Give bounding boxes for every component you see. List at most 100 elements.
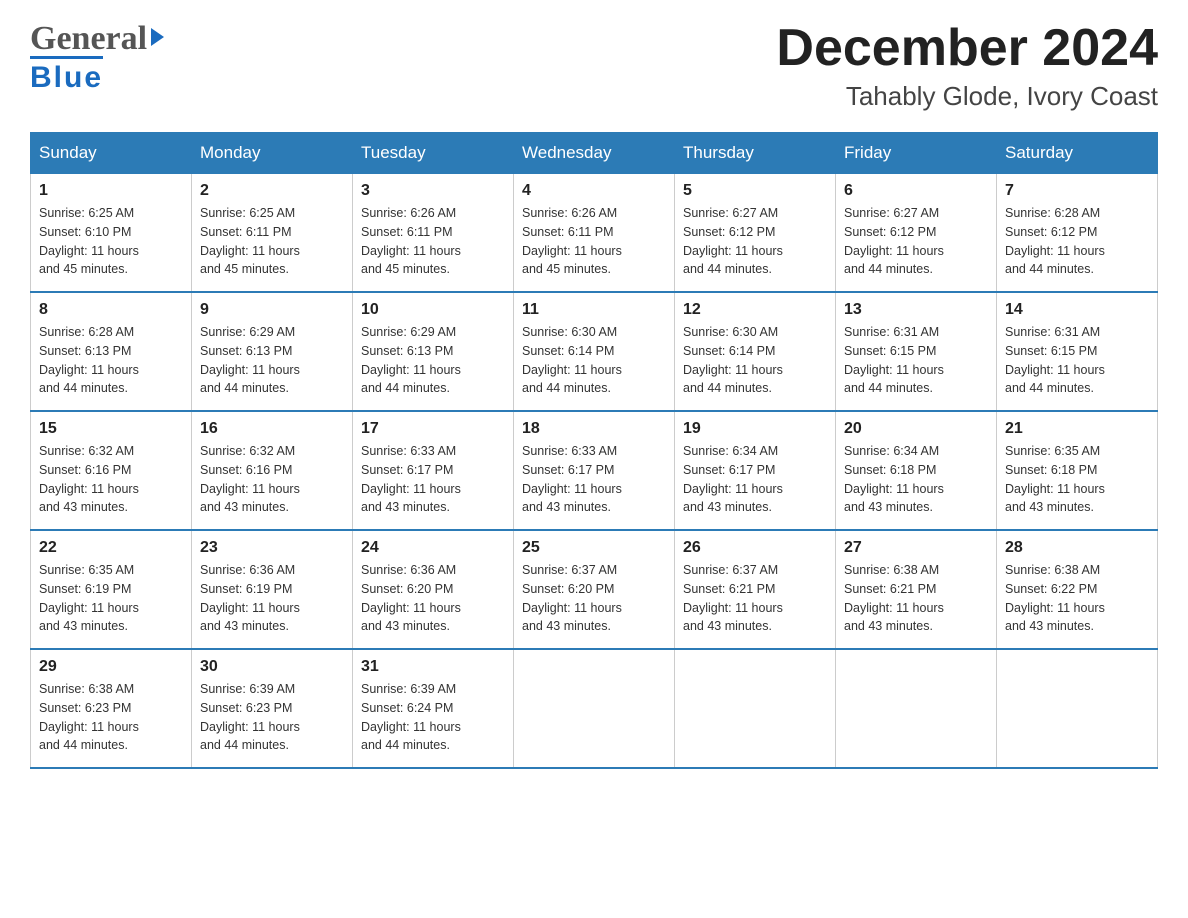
calendar-day-30: 30 Sunrise: 6:39 AMSunset: 6:23 PMDaylig… (192, 649, 353, 768)
calendar-day-14: 14 Sunrise: 6:31 AMSunset: 6:15 PMDaylig… (997, 292, 1158, 411)
calendar-table: SundayMondayTuesdayWednesdayThursdayFrid… (30, 132, 1158, 769)
week-row-3: 15 Sunrise: 6:32 AMSunset: 6:16 PMDaylig… (31, 411, 1158, 530)
calendar-day-3: 3 Sunrise: 6:26 AMSunset: 6:11 PMDayligh… (353, 174, 514, 293)
day-number: 16 (200, 420, 344, 438)
calendar-day-empty (836, 649, 997, 768)
day-number: 19 (683, 420, 827, 438)
calendar-day-12: 12 Sunrise: 6:30 AMSunset: 6:14 PMDaylig… (675, 292, 836, 411)
calendar-day-6: 6 Sunrise: 6:27 AMSunset: 6:12 PMDayligh… (836, 174, 997, 293)
day-info: Sunrise: 6:36 AMSunset: 6:19 PMDaylight:… (200, 561, 344, 636)
day-number: 4 (522, 182, 666, 200)
logo-general-text: General (30, 20, 147, 58)
calendar-day-10: 10 Sunrise: 6:29 AMSunset: 6:13 PMDaylig… (353, 292, 514, 411)
day-number: 12 (683, 301, 827, 319)
calendar-day-25: 25 Sunrise: 6:37 AMSunset: 6:20 PMDaylig… (514, 530, 675, 649)
day-number: 6 (844, 182, 988, 200)
calendar-day-11: 11 Sunrise: 6:30 AMSunset: 6:14 PMDaylig… (514, 292, 675, 411)
day-header-wednesday: Wednesday (514, 133, 675, 174)
calendar-day-15: 15 Sunrise: 6:32 AMSunset: 6:16 PMDaylig… (31, 411, 192, 530)
calendar-day-17: 17 Sunrise: 6:33 AMSunset: 6:17 PMDaylig… (353, 411, 514, 530)
calendar-header-row: SundayMondayTuesdayWednesdayThursdayFrid… (31, 133, 1158, 174)
week-row-4: 22 Sunrise: 6:35 AMSunset: 6:19 PMDaylig… (31, 530, 1158, 649)
day-header-tuesday: Tuesday (353, 133, 514, 174)
day-number: 1 (39, 182, 183, 200)
day-info: Sunrise: 6:32 AMSunset: 6:16 PMDaylight:… (200, 442, 344, 517)
calendar-day-16: 16 Sunrise: 6:32 AMSunset: 6:16 PMDaylig… (192, 411, 353, 530)
calendar-day-31: 31 Sunrise: 6:39 AMSunset: 6:24 PMDaylig… (353, 649, 514, 768)
week-row-1: 1 Sunrise: 6:25 AMSunset: 6:10 PMDayligh… (31, 174, 1158, 293)
day-number: 26 (683, 539, 827, 557)
day-header-saturday: Saturday (997, 133, 1158, 174)
calendar-day-29: 29 Sunrise: 6:38 AMSunset: 6:23 PMDaylig… (31, 649, 192, 768)
day-number: 2 (200, 182, 344, 200)
day-number: 11 (522, 301, 666, 319)
day-info: Sunrise: 6:30 AMSunset: 6:14 PMDaylight:… (522, 323, 666, 398)
day-number: 13 (844, 301, 988, 319)
logo-blue-text: Blue (30, 61, 103, 94)
day-info: Sunrise: 6:25 AMSunset: 6:10 PMDaylight:… (39, 204, 183, 279)
calendar-day-empty (997, 649, 1158, 768)
calendar-day-9: 9 Sunrise: 6:29 AMSunset: 6:13 PMDayligh… (192, 292, 353, 411)
calendar-day-1: 1 Sunrise: 6:25 AMSunset: 6:10 PMDayligh… (31, 174, 192, 293)
day-info: Sunrise: 6:28 AMSunset: 6:13 PMDaylight:… (39, 323, 183, 398)
day-number: 3 (361, 182, 505, 200)
day-number: 24 (361, 539, 505, 557)
day-info: Sunrise: 6:38 AMSunset: 6:22 PMDaylight:… (1005, 561, 1149, 636)
calendar-day-28: 28 Sunrise: 6:38 AMSunset: 6:22 PMDaylig… (997, 530, 1158, 649)
day-number: 5 (683, 182, 827, 200)
calendar-day-23: 23 Sunrise: 6:36 AMSunset: 6:19 PMDaylig… (192, 530, 353, 649)
day-info: Sunrise: 6:27 AMSunset: 6:12 PMDaylight:… (844, 204, 988, 279)
day-number: 7 (1005, 182, 1149, 200)
day-header-thursday: Thursday (675, 133, 836, 174)
day-number: 22 (39, 539, 183, 557)
day-info: Sunrise: 6:29 AMSunset: 6:13 PMDaylight:… (200, 323, 344, 398)
day-info: Sunrise: 6:26 AMSunset: 6:11 PMDaylight:… (361, 204, 505, 279)
calendar-day-empty (675, 649, 836, 768)
day-info: Sunrise: 6:35 AMSunset: 6:18 PMDaylight:… (1005, 442, 1149, 517)
day-number: 27 (844, 539, 988, 557)
day-number: 18 (522, 420, 666, 438)
day-info: Sunrise: 6:37 AMSunset: 6:21 PMDaylight:… (683, 561, 827, 636)
calendar-title: December 2024 (776, 20, 1158, 77)
calendar-day-empty (514, 649, 675, 768)
calendar-day-26: 26 Sunrise: 6:37 AMSunset: 6:21 PMDaylig… (675, 530, 836, 649)
day-info: Sunrise: 6:25 AMSunset: 6:11 PMDaylight:… (200, 204, 344, 279)
day-info: Sunrise: 6:31 AMSunset: 6:15 PMDaylight:… (1005, 323, 1149, 398)
logo-triangle-icon (151, 28, 164, 46)
day-info: Sunrise: 6:27 AMSunset: 6:12 PMDaylight:… (683, 204, 827, 279)
day-info: Sunrise: 6:39 AMSunset: 6:23 PMDaylight:… (200, 680, 344, 755)
day-number: 8 (39, 301, 183, 319)
day-header-sunday: Sunday (31, 133, 192, 174)
calendar-day-19: 19 Sunrise: 6:34 AMSunset: 6:17 PMDaylig… (675, 411, 836, 530)
calendar-day-22: 22 Sunrise: 6:35 AMSunset: 6:19 PMDaylig… (31, 530, 192, 649)
day-number: 15 (39, 420, 183, 438)
day-info: Sunrise: 6:28 AMSunset: 6:12 PMDaylight:… (1005, 204, 1149, 279)
week-row-5: 29 Sunrise: 6:38 AMSunset: 6:23 PMDaylig… (31, 649, 1158, 768)
day-info: Sunrise: 6:26 AMSunset: 6:11 PMDaylight:… (522, 204, 666, 279)
day-info: Sunrise: 6:36 AMSunset: 6:20 PMDaylight:… (361, 561, 505, 636)
day-info: Sunrise: 6:38 AMSunset: 6:23 PMDaylight:… (39, 680, 183, 755)
page-header: General Blue December 2024 Tahably Glode… (30, 20, 1158, 112)
calendar-day-20: 20 Sunrise: 6:34 AMSunset: 6:18 PMDaylig… (836, 411, 997, 530)
day-info: Sunrise: 6:30 AMSunset: 6:14 PMDaylight:… (683, 323, 827, 398)
day-number: 29 (39, 658, 183, 676)
day-number: 21 (1005, 420, 1149, 438)
day-number: 9 (200, 301, 344, 319)
week-row-2: 8 Sunrise: 6:28 AMSunset: 6:13 PMDayligh… (31, 292, 1158, 411)
day-header-friday: Friday (836, 133, 997, 174)
day-number: 23 (200, 539, 344, 557)
day-number: 25 (522, 539, 666, 557)
day-info: Sunrise: 6:33 AMSunset: 6:17 PMDaylight:… (522, 442, 666, 517)
day-info: Sunrise: 6:31 AMSunset: 6:15 PMDaylight:… (844, 323, 988, 398)
logo: General Blue (30, 20, 164, 95)
calendar-day-5: 5 Sunrise: 6:27 AMSunset: 6:12 PMDayligh… (675, 174, 836, 293)
day-info: Sunrise: 6:39 AMSunset: 6:24 PMDaylight:… (361, 680, 505, 755)
day-info: Sunrise: 6:38 AMSunset: 6:21 PMDaylight:… (844, 561, 988, 636)
day-number: 20 (844, 420, 988, 438)
day-info: Sunrise: 6:29 AMSunset: 6:13 PMDaylight:… (361, 323, 505, 398)
day-number: 31 (361, 658, 505, 676)
day-number: 30 (200, 658, 344, 676)
day-info: Sunrise: 6:34 AMSunset: 6:17 PMDaylight:… (683, 442, 827, 517)
calendar-day-7: 7 Sunrise: 6:28 AMSunset: 6:12 PMDayligh… (997, 174, 1158, 293)
calendar-day-24: 24 Sunrise: 6:36 AMSunset: 6:20 PMDaylig… (353, 530, 514, 649)
